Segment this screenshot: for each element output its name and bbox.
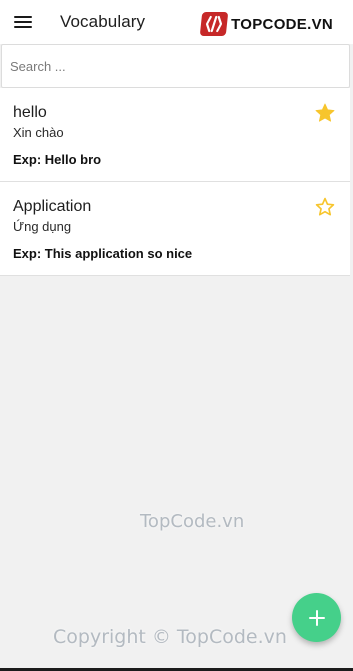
brand-badge-icon (199, 12, 229, 36)
word-title: Application (13, 198, 92, 215)
add-word-button[interactable] (292, 593, 341, 642)
word-card[interactable]: hello Xin chào Exp: Hello bro (0, 88, 350, 182)
menu-icon (14, 16, 32, 28)
watermark-text: TopCode.vn (140, 511, 245, 532)
search-bar (1, 44, 350, 88)
word-example: Exp: Hello bro (13, 152, 102, 167)
word-title: hello (13, 104, 47, 121)
word-card[interactable]: Application Ứng dụng Exp: This applicati… (0, 182, 350, 276)
favorite-star-outline-icon[interactable] (314, 196, 336, 218)
word-example: Exp: This application so nice (13, 246, 193, 261)
word-list: hello Xin chào Exp: Hello bro Applicatio… (0, 88, 350, 276)
word-meaning: Ứng dụng (13, 219, 72, 234)
menu-button[interactable] (0, 0, 46, 44)
app-bar: Vocabulary TOPCODE.VN (0, 0, 353, 44)
watermark-copyright: Copyright © TopCode.vn (53, 626, 287, 648)
plus-icon (308, 609, 325, 626)
word-meaning: Xin chào (13, 125, 64, 140)
brand-text: TOPCODE.VN (231, 15, 333, 33)
favorite-star-filled-icon[interactable] (314, 102, 336, 124)
search-input[interactable] (2, 45, 349, 87)
page-title: Vocabulary (60, 12, 146, 31)
brand-logo: TOPCODE.VN (199, 12, 333, 36)
